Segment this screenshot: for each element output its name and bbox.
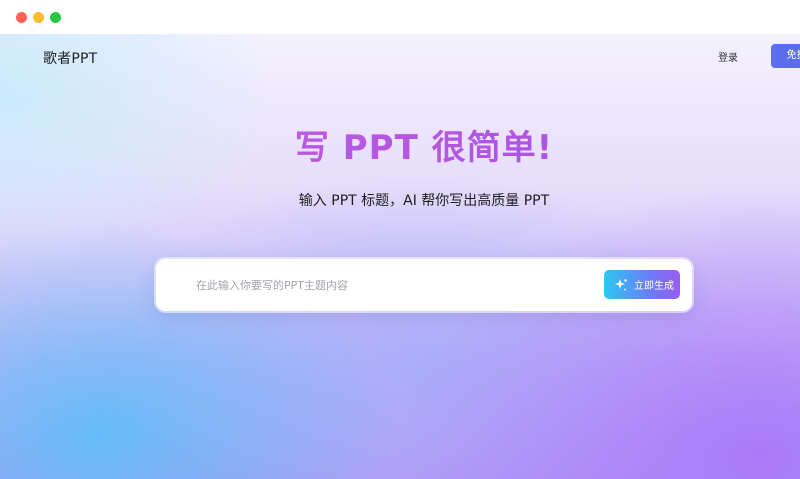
close-window-button[interactable]	[16, 12, 27, 23]
login-link[interactable]: 登录	[718, 49, 738, 64]
minimize-window-button[interactable]	[33, 12, 44, 23]
zoom-window-button[interactable]	[50, 12, 61, 23]
hero-subtitle: 输入 PPT 标题，AI 帮你写出高质量 PPT	[298, 193, 550, 209]
window-titlebar	[0, 0, 800, 34]
free-use-button[interactable]: 免费使用	[771, 44, 800, 68]
brand-logo[interactable]: 歌者PPT	[22, 48, 97, 68]
sound-wave-icon	[173, 275, 187, 295]
sparkle-icon	[615, 278, 627, 290]
topic-input-card: 立即生成	[156, 259, 692, 311]
brand-name: 歌者PPT	[43, 51, 98, 67]
ppt-topic-input[interactable]	[196, 272, 596, 298]
generate-button-label: 立即生成	[634, 281, 674, 292]
sound-wave-icon	[23, 49, 36, 67]
landing-page: 歌者PPT 登录 免费使用 写 PPT 很简单! 输入 PPT 标题，AI 帮你…	[0, 34, 800, 479]
hero-title: 写 PPT 很简单!	[0, 120, 800, 169]
generate-now-button[interactable]: 立即生成	[604, 270, 680, 299]
